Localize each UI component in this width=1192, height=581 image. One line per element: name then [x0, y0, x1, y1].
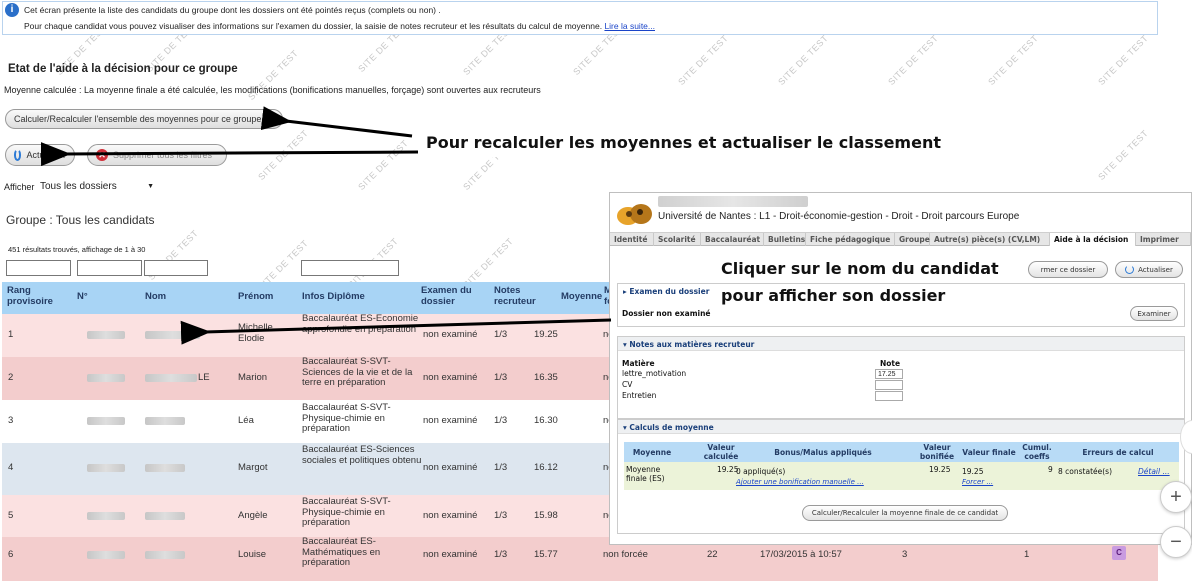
arrow-to-candidate-name — [180, 318, 612, 345]
zoom-in-button[interactable]: + — [1160, 481, 1192, 513]
zoom-out-button[interactable]: − — [1160, 526, 1192, 558]
annotation-arrows — [40, 106, 612, 345]
arrow-to-refresh — [40, 142, 419, 167]
arrow-to-recalculate — [260, 106, 413, 138]
